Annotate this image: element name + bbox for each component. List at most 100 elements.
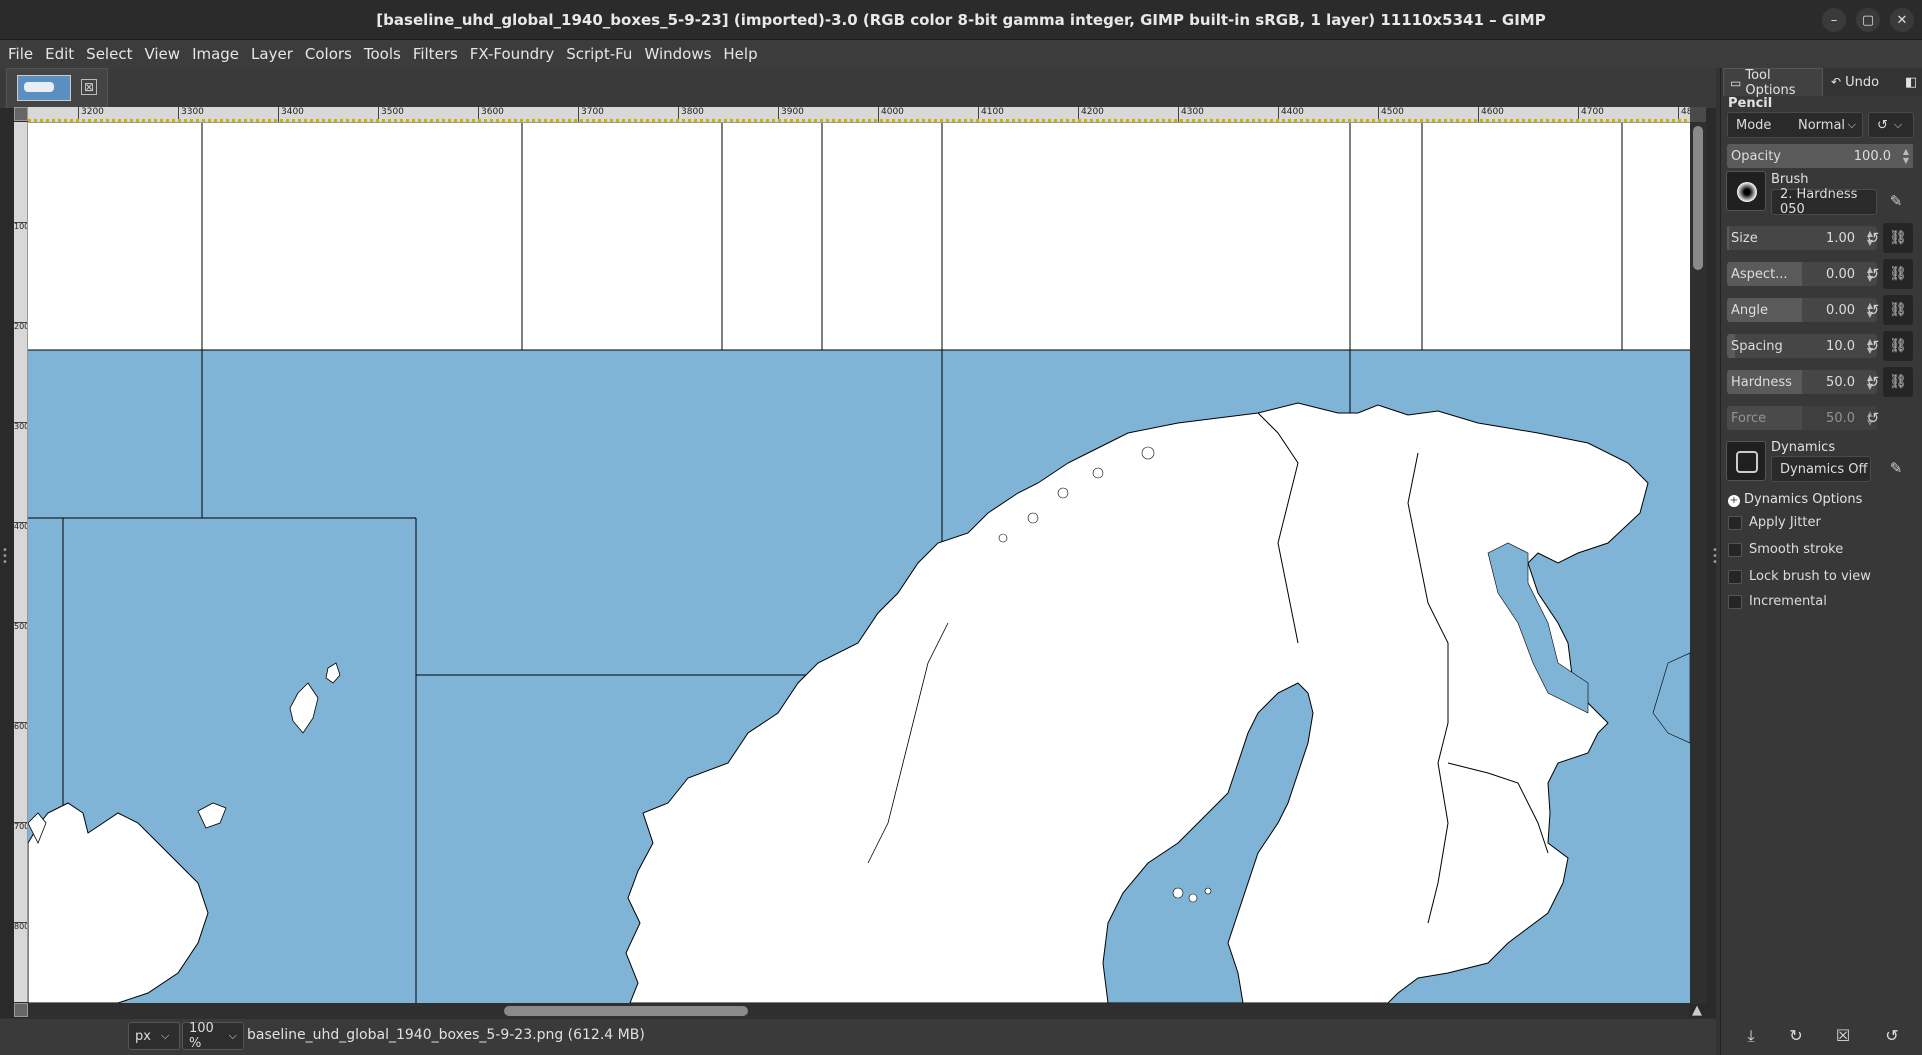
menu-layer[interactable]: Layer [245, 45, 299, 63]
image-tab[interactable]: ⊠ [6, 68, 108, 108]
link-icon[interactable]: ⛓ [1883, 295, 1913, 325]
spacing-slider[interactable]: Spacing 10.0 ▲ ▼ [1727, 334, 1877, 358]
vertical-scroll-thumb[interactable] [1693, 126, 1703, 270]
param-label: Size [1731, 230, 1758, 246]
horizontal-scroll-thumb[interactable] [504, 1006, 748, 1016]
dynamics-value: Dynamics Off [1780, 461, 1868, 477]
right-dock-grip[interactable]: • • • [1712, 546, 1718, 568]
save-options-icon[interactable]: ⤓ [1741, 1026, 1761, 1046]
dock-menu-icon[interactable]: ◧ [1899, 68, 1919, 96]
hardness-slider[interactable]: Hardness 50.0 ▲ ▼ [1727, 370, 1877, 394]
param-value: 10.0 [1826, 338, 1855, 354]
param-value: 50.0 [1826, 374, 1855, 390]
reset-icon[interactable]: ↺ [1863, 337, 1883, 357]
zoom-value: 100 % [189, 1021, 214, 1051]
vertical-ruler[interactable]: 100 200 300 400 500 600 700 800 [14, 122, 28, 1002]
menu-image[interactable]: Image [186, 45, 245, 63]
selection-marching-ants [28, 119, 1690, 122]
menu-help[interactable]: Help [717, 45, 763, 63]
reset-icon: ↺ [1877, 117, 1888, 133]
window-title: [baseline_uhd_global_1940_boxes_5-9-23] … [376, 10, 1546, 29]
brush-name-field[interactable]: 2. Hardness 050 [1771, 187, 1877, 217]
unit-select[interactable]: px ⌵ [128, 1022, 180, 1050]
reset-options-icon[interactable]: ↺ [1882, 1026, 1902, 1046]
size-slider[interactable]: Size 1.00 ▲ ▼ [1727, 226, 1877, 250]
reset-icon[interactable]: ↺ [1863, 265, 1883, 285]
zoom-select[interactable]: 100 % ⌵ [182, 1021, 244, 1051]
vertical-scrollbar[interactable] [1690, 122, 1706, 1004]
land-island [1204, 887, 1212, 895]
dynamics-preview[interactable] [1726, 441, 1766, 481]
param-label: Force [1731, 410, 1767, 426]
edit-dynamics-icon[interactable]: ✎ [1886, 459, 1906, 479]
opacity-value: 100.0 [1853, 148, 1891, 164]
brush-icon [1737, 182, 1757, 202]
link-icon[interactable]: ⛓ [1883, 331, 1913, 361]
menu-tools[interactable]: Tools [358, 45, 407, 63]
edit-brush-icon[interactable]: ✎ [1886, 192, 1906, 212]
aspect-slider[interactable]: Aspect... 0.00 ▲ ▼ [1727, 262, 1877, 286]
param-label: Spacing [1731, 338, 1783, 354]
menu-edit[interactable]: Edit [39, 45, 80, 63]
tab-undo[interactable]: ↶ Undo [1825, 68, 1885, 96]
minimize-button[interactable]: – [1822, 8, 1846, 32]
ruler-corner-menu[interactable] [14, 107, 28, 121]
status-file-info: baseline_uhd_global_1940_boxes_5-9-23.pn… [247, 1027, 645, 1043]
tab-tool-options[interactable]: ▭ Tool Options [1723, 68, 1823, 98]
image-canvas[interactable] [28, 123, 1690, 1003]
close-tab-icon[interactable]: ⊠ [81, 79, 97, 95]
lock-brush-checkbox[interactable] [1728, 570, 1742, 584]
mode-value: Normal [1798, 117, 1846, 133]
left-dock-grip[interactable]: • • • [2, 546, 8, 568]
smooth-stroke-checkbox[interactable] [1728, 543, 1742, 557]
horizontal-scrollbar[interactable] [28, 1003, 1690, 1019]
menu-select[interactable]: Select [80, 45, 138, 63]
menu-script-fu[interactable]: Script-Fu [560, 45, 638, 63]
menu-view[interactable]: View [138, 45, 186, 63]
close-button[interactable]: ✕ [1890, 8, 1914, 32]
horizontal-ruler[interactable]: 3200 3300 3400 3500 3600 3700 3800 3900 … [28, 107, 1690, 123]
ruler-tick: 300 [14, 422, 28, 431]
ruler-tick: 800 [14, 922, 28, 931]
link-icon[interactable]: ⛓ [1883, 223, 1913, 253]
spin-arrows-icon: ▲ ▼ [1902, 147, 1909, 165]
opacity-slider[interactable]: Opacity 100.0 ▲ ▼ [1727, 144, 1913, 168]
chevron-down-icon: ⌵ [160, 1029, 170, 1042]
title-bar: [baseline_uhd_global_1940_boxes_5-9-23] … [0, 0, 1922, 40]
ruler-tick: 100 [14, 222, 28, 231]
menu-fx-foundry[interactable]: FX-Foundry [464, 45, 560, 63]
checkbox-label: Lock brush to view [1749, 569, 1871, 584]
maximize-button[interactable]: ▢ [1856, 8, 1880, 32]
incremental-checkbox[interactable] [1728, 595, 1742, 609]
ruler-tick: 600 [14, 722, 28, 731]
menu-bar: File Edit Select View Image Layer Colors… [0, 40, 1922, 68]
menu-windows[interactable]: Windows [638, 45, 717, 63]
delete-options-icon[interactable]: ☒ [1833, 1026, 1853, 1046]
link-icon[interactable]: ⛓ [1883, 259, 1913, 289]
brush-preview[interactable] [1726, 171, 1766, 211]
chevron-down-icon: ⌵ [1847, 118, 1856, 131]
ruler-tick: 200 [14, 322, 28, 331]
quick-mask-toggle[interactable] [14, 1003, 28, 1017]
menu-filters[interactable]: Filters [407, 45, 464, 63]
dynamics-options-expander[interactable]: + Dynamics Options [1728, 492, 1862, 507]
dynamics-select[interactable]: Dynamics Off [1771, 456, 1871, 482]
navigate-icon[interactable]: ▲ [1692, 1003, 1708, 1019]
restore-options-icon[interactable]: ↻ [1786, 1026, 1806, 1046]
reset-icon[interactable]: ↺ [1863, 301, 1883, 321]
apply-jitter-checkbox[interactable] [1728, 516, 1742, 530]
mode-reset-button[interactable]: ↺ ⌵ [1868, 112, 1914, 138]
slider-fill [1727, 226, 1729, 250]
ruler-tick: 700 [14, 822, 28, 831]
reset-icon[interactable]: ↺ [1863, 373, 1883, 393]
dynamics-icon [1736, 451, 1758, 473]
mode-select[interactable]: Mode Normal ⌵ [1727, 112, 1863, 138]
angle-slider[interactable]: Angle 0.00 ▲ ▼ [1727, 298, 1877, 322]
land-island [1172, 887, 1184, 899]
reset-icon[interactable]: ↺ [1863, 409, 1883, 429]
land-island [1092, 467, 1104, 479]
link-icon[interactable]: ⛓ [1883, 367, 1913, 397]
reset-icon[interactable]: ↺ [1863, 229, 1883, 249]
menu-file[interactable]: File [2, 45, 39, 63]
menu-colors[interactable]: Colors [299, 45, 358, 63]
